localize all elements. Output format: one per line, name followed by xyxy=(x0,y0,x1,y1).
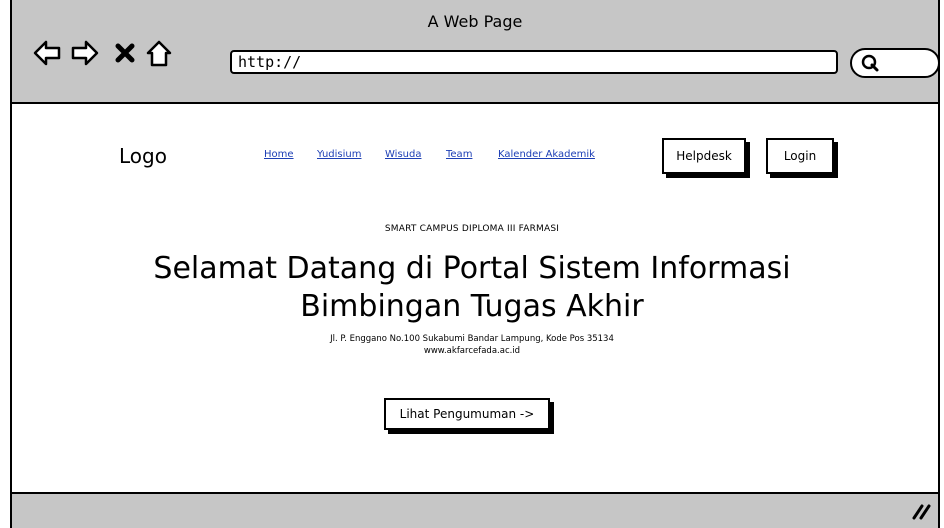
search-box[interactable] xyxy=(850,48,940,78)
site-logo[interactable]: Logo xyxy=(119,144,167,168)
hero-address-block: Jl. P. Enggano No.100 Sukabumi Bandar La… xyxy=(0,333,944,357)
browser-toolbar: A Web Page http:// xyxy=(10,0,940,104)
home-icon[interactable] xyxy=(144,38,174,68)
close-icon[interactable] xyxy=(110,38,140,68)
nav-link-wisuda[interactable]: Wisuda xyxy=(385,149,421,160)
resize-grip-icon[interactable] xyxy=(910,504,932,520)
helpdesk-button[interactable]: Helpdesk xyxy=(662,138,746,174)
search-icon xyxy=(861,54,879,72)
status-bar xyxy=(10,492,940,528)
nav-link-home[interactable]: Home xyxy=(264,149,294,160)
window-title: A Web Page xyxy=(427,12,523,31)
view-announcement-button[interactable]: Lihat Pengumuman -> xyxy=(384,398,550,430)
nav-link-team[interactable]: Team xyxy=(446,149,472,160)
hero-headline-line2: Bimbingan Tugas Akhir xyxy=(300,289,644,324)
nav-link-kalender-akademik[interactable]: Kalender Akademik xyxy=(498,149,595,160)
hero-headline: Selamat Datang di Portal Sistem Informas… xyxy=(0,250,944,326)
hero-address: Jl. P. Enggano No.100 Sukabumi Bandar La… xyxy=(330,334,614,344)
hero-headline-line1: Selamat Datang di Portal Sistem Informas… xyxy=(153,251,791,286)
url-input[interactable]: http:// xyxy=(230,50,838,74)
forward-arrow-icon[interactable] xyxy=(70,38,100,68)
hero-website: www.akfarcefada.ac.id xyxy=(423,346,521,356)
login-button[interactable]: Login xyxy=(766,138,834,174)
back-arrow-icon[interactable] xyxy=(32,38,62,68)
nav-link-yudisium[interactable]: Yudisium xyxy=(317,149,362,160)
url-text: http:// xyxy=(238,53,302,71)
hero-subtitle: SMART CAMPUS DIPLOMA III FARMASI xyxy=(384,224,560,234)
